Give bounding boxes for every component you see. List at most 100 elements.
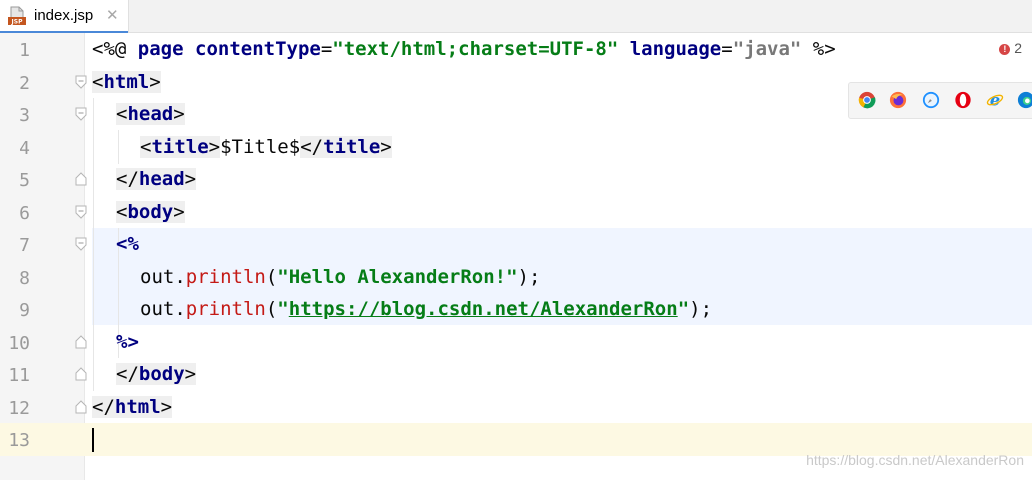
tab-index-jsp[interactable]: JSP index.jsp ✕ — [0, 0, 129, 33]
tag-name: head — [127, 103, 174, 125]
code-text: <title>$Title$</title> — [140, 135, 392, 158]
quote: " — [277, 298, 289, 320]
text-caret — [92, 428, 94, 452]
tag-bracket: > — [173, 200, 185, 223]
attr-value: "java" — [732, 38, 802, 60]
browser-preview-toolbar: e — [848, 82, 1032, 119]
line-number: 9 — [19, 300, 30, 321]
tag-bracket: > — [173, 103, 185, 125]
code-line[interactable]: 11 </body> — [0, 358, 1032, 391]
tag-bracket: </ — [116, 363, 139, 385]
url-link[interactable]: https://blog.csdn.net/AlexanderRon — [289, 298, 678, 320]
svg-text:e: e — [990, 91, 1000, 109]
tag-name: html — [103, 70, 150, 93]
watermark: https://blog.csdn.net/AlexanderRon — [806, 452, 1024, 468]
line-number: 8 — [19, 267, 30, 289]
line-number: 13 — [8, 430, 30, 451]
tag-bracket: < — [140, 135, 152, 158]
tag-name: body — [138, 363, 185, 385]
jsp-directive-close: %> — [812, 38, 836, 60]
attr-name: contentType — [195, 38, 321, 60]
line-number: 4 — [19, 137, 30, 159]
ie-icon[interactable]: e — [986, 91, 1004, 109]
tag-bracket: > — [149, 70, 161, 93]
code-line[interactable]: 10 %> — [0, 326, 1032, 359]
tag-name: head — [138, 168, 185, 190]
svg-text:JSP: JSP — [11, 19, 24, 26]
code-line[interactable]: 5 </head> — [0, 163, 1032, 196]
code-line[interactable]: 7 <% — [0, 228, 1032, 261]
line-number: 6 — [19, 202, 30, 224]
code-line[interactable]: 4 <title>$Title$</title> — [0, 131, 1032, 164]
paren: ); — [517, 265, 541, 288]
tag-name: title — [151, 135, 209, 158]
object-ref: out. — [140, 265, 186, 288]
fold-expand-end-icon[interactable] — [74, 172, 88, 186]
method-name: println — [185, 298, 266, 320]
quote: " — [677, 298, 690, 320]
tag-bracket: </ — [116, 168, 139, 190]
paren: ( — [265, 298, 278, 320]
code-line[interactable]: 6 <body> — [0, 196, 1032, 229]
equals: = — [721, 38, 733, 60]
tag-bracket: > — [380, 135, 392, 158]
line-number: 1 — [19, 40, 30, 61]
line-number: 5 — [19, 170, 30, 191]
fold-collapse-icon[interactable] — [74, 205, 88, 219]
line-number: 11 — [8, 365, 30, 386]
fold-expand-end-icon[interactable] — [74, 367, 88, 381]
fold-expand-end-icon[interactable] — [74, 334, 88, 349]
firefox-icon[interactable] — [889, 91, 907, 109]
line-number: 7 — [19, 235, 30, 256]
line-number: 3 — [19, 105, 30, 126]
code-text: out.println("https://blog.csdn.net/Alexa… — [140, 298, 712, 320]
string-literal: "Hello AlexanderRon!" — [277, 265, 518, 288]
tab-label: index.jsp — [34, 7, 94, 24]
fold-collapse-icon[interactable] — [74, 237, 88, 251]
scriptlet-open: <% — [116, 233, 139, 255]
code-text: <%@ page contentType="text/html;charset=… — [92, 38, 836, 60]
tag-name: title — [323, 135, 381, 158]
tag-bracket: > — [208, 135, 221, 158]
tag-bracket: < — [116, 103, 128, 125]
code-text: out.println("Hello AlexanderRon!"); — [140, 266, 540, 288]
jsp-directive-open: <%@ — [92, 38, 127, 60]
code-text: </head> — [116, 168, 197, 190]
tag-bracket: </ — [92, 395, 115, 418]
editor-tab-bar: JSP index.jsp ✕ — [0, 0, 1032, 33]
title-text: $Title$ — [220, 135, 301, 158]
code-text: <body> — [116, 200, 185, 223]
opera-icon[interactable] — [954, 91, 972, 109]
code-line[interactable]: 8 out.println("Hello AlexanderRon!"); — [0, 261, 1032, 294]
tag-bracket: > — [184, 168, 197, 190]
tag-bracket: > — [160, 395, 173, 418]
code-line-current[interactable]: 13 — [0, 423, 1032, 456]
code-line[interactable]: 1 <%@ page contentType="text/html;charse… — [0, 33, 1032, 66]
code-text: <html> — [92, 70, 161, 93]
tag-bracket: </ — [300, 135, 324, 158]
close-icon[interactable]: ✕ — [106, 6, 119, 24]
inspection-widget[interactable]: ! 2 — [999, 40, 1022, 56]
fold-expand-end-icon[interactable] — [74, 399, 88, 414]
object-ref: out. — [140, 298, 186, 320]
safari-icon[interactable] — [922, 91, 940, 109]
scriptlet-close: %> — [116, 330, 139, 353]
tag-bracket: > — [184, 363, 197, 385]
code-line[interactable]: 9 out.println("https://blog.csdn.net/Ale… — [0, 293, 1032, 326]
method-name: println — [185, 265, 266, 288]
line-number: 10 — [8, 332, 30, 354]
error-icon: ! — [999, 43, 1011, 55]
line-number: 2 — [19, 72, 30, 94]
code-text: </body> — [116, 363, 197, 385]
error-count: 2 — [1014, 40, 1022, 56]
fold-collapse-icon[interactable] — [74, 107, 88, 121]
tag-bracket: < — [116, 200, 128, 223]
fold-collapse-icon[interactable] — [74, 75, 88, 89]
equals: = — [320, 38, 333, 60]
chrome-icon[interactable] — [858, 91, 876, 109]
line-number: 12 — [8, 397, 30, 419]
edge-icon[interactable] — [1017, 91, 1032, 109]
code-line[interactable]: 12 </html> — [0, 391, 1032, 424]
code-text — [92, 428, 94, 452]
tag-name: body — [127, 200, 174, 223]
